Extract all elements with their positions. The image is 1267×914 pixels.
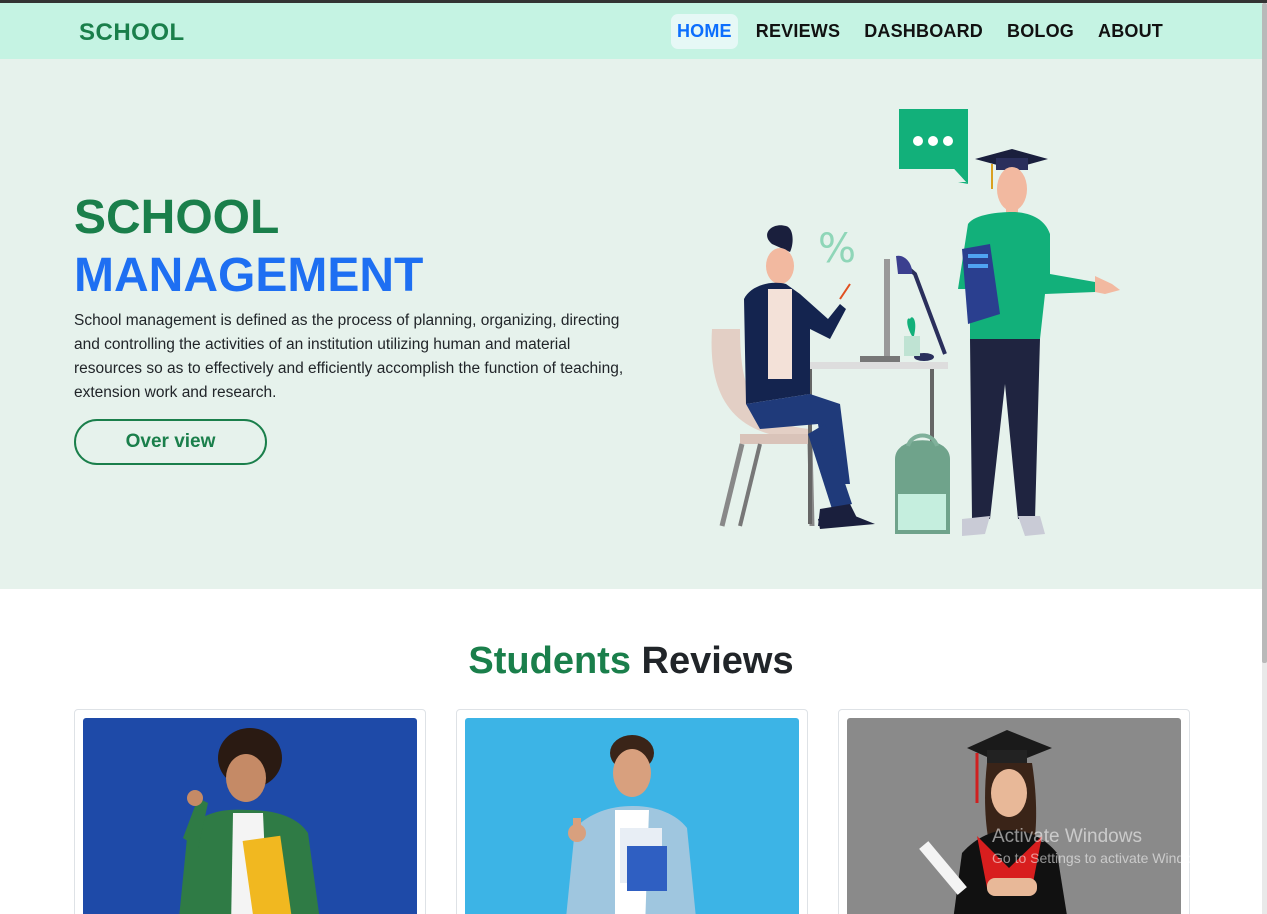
navbar: SCHOOL HOME REVIEWS DASHBOARD BOLOG ABOU…	[0, 3, 1262, 59]
hero-title-line2: MANAGEMENT	[74, 249, 424, 302]
nav-link-blog[interactable]: BOLOG	[1001, 14, 1080, 49]
nav-links: HOME REVIEWS DASHBOARD BOLOG ABOUT	[670, 14, 1169, 49]
chat-bubble-icon	[899, 109, 968, 184]
hero-description: School management is defined as the proc…	[74, 312, 624, 401]
overview-button[interactable]: Over view	[74, 419, 267, 465]
hero-title: SCHOOL MANAGEMENT	[74, 189, 423, 305]
review-card-1[interactable]	[74, 709, 426, 914]
reviews-section-title: Students Reviews	[0, 640, 1262, 683]
backpack	[895, 433, 950, 534]
office-illustration: %	[711, 109, 1120, 536]
review-card-2[interactable]	[456, 709, 808, 914]
review-card-1-photo	[83, 718, 417, 914]
reviews-title-dark: Reviews	[641, 640, 794, 682]
percent-icon: %	[818, 226, 856, 272]
standing-graduate	[958, 149, 1120, 536]
reviews-title-green: Students	[468, 640, 631, 682]
nav-link-reviews[interactable]: REVIEWS	[750, 14, 846, 49]
hero-title-line1: SCHOOL	[74, 191, 280, 244]
nav-link-home[interactable]: HOME	[670, 14, 738, 49]
hero-section: SCHOOL MANAGEMENT School management is d…	[0, 59, 1262, 589]
review-card-3[interactable]	[838, 709, 1190, 914]
review-card-3-photo	[847, 718, 1181, 914]
review-card-2-photo	[465, 718, 799, 914]
nav-link-dashboard[interactable]: DASHBOARD	[858, 14, 989, 49]
nav-link-about[interactable]: ABOUT	[1092, 14, 1169, 49]
page-scrollbar-thumb[interactable]	[1262, 3, 1267, 663]
brand-logo[interactable]: SCHOOL	[79, 19, 185, 47]
